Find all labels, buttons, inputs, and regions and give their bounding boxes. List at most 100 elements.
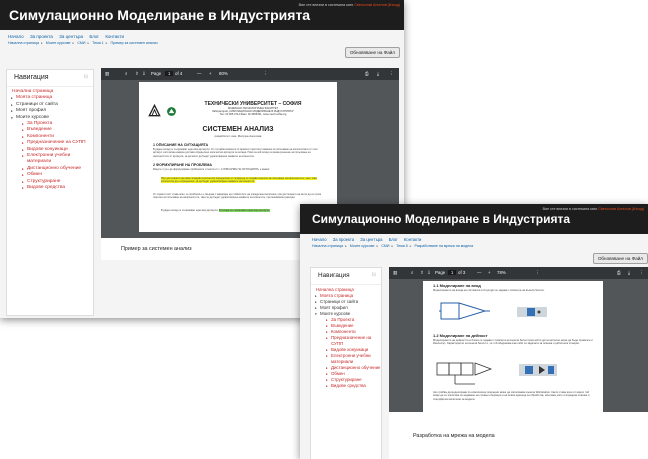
site-title[interactable]: Симулационно Моделиране в Индустрията xyxy=(312,212,570,226)
nav-item-label: Структуриране xyxy=(331,377,362,382)
sidebar-toggle-icon[interactable]: ▥ xyxy=(393,270,397,276)
navigation-header: Навигация ⊟ xyxy=(311,268,381,285)
doc-paragraph: В даден склад се съхраняват един вид арт… xyxy=(153,148,318,158)
menu-item-contacts[interactable]: Контакти xyxy=(404,237,421,242)
zoom-level[interactable]: 78% xyxy=(497,270,506,275)
navigation-header: Навигация ⊟ xyxy=(7,70,93,87)
nav-item-label: Компоненти xyxy=(27,133,54,139)
page-label: Page xyxy=(435,270,446,275)
nav-item-label: За Проекта xyxy=(331,317,355,322)
update-file-button[interactable]: Обновяване на Файл xyxy=(592,253,648,264)
triangle-right-icon: ▸ xyxy=(326,336,328,340)
menu-item-home[interactable]: Начало xyxy=(8,34,24,39)
chevron-up-icon[interactable]: ⇧ xyxy=(135,71,139,77)
highlight-green: В склада се съхраняват един вид артикули… xyxy=(218,209,270,212)
nav-item-label: Въведение xyxy=(27,127,52,133)
zoom-level[interactable]: 80% xyxy=(219,71,228,76)
page-number-input[interactable]: 1 xyxy=(165,71,174,76)
more-options-icon[interactable]: ⋮ xyxy=(535,270,539,276)
menu-item-about-center[interactable]: За центъра xyxy=(59,34,83,39)
search-icon[interactable]: ⌕ xyxy=(125,71,127,76)
nav-item-label: Моят профил xyxy=(16,108,47,114)
chevron-down-icon[interactable]: ⇩ xyxy=(142,71,146,77)
nav-item-label: Електронни учебни материали xyxy=(27,153,71,165)
site-title[interactable]: Симулационно Моделиране в Индустрията xyxy=(9,7,310,23)
menu-item-contacts[interactable]: Контакти xyxy=(105,34,124,39)
more-options-icon[interactable]: ⋮ xyxy=(263,71,267,77)
menu-item-about-project[interactable]: За проекта xyxy=(333,237,354,242)
menu-item-home[interactable]: Начало xyxy=(312,237,327,242)
menu-item-blog[interactable]: Блог xyxy=(389,237,398,242)
zoom-in-icon[interactable]: + xyxy=(209,71,212,76)
anylogic-source-icon xyxy=(517,307,547,317)
login-user-link[interactable]: Светослав Ангелов (Изход) xyxy=(354,3,400,7)
breadcrumb-item[interactable]: Пример за системен анализ xyxy=(111,41,158,45)
chevron-up-icon[interactable]: ⇧ xyxy=(420,270,424,276)
search-icon[interactable]: ⌕ xyxy=(411,270,413,275)
nav-item-label: Моите курсове xyxy=(320,311,351,316)
breadcrumb-item[interactable]: СМИ xyxy=(381,244,389,248)
nav-item-label: Начална страница xyxy=(12,89,54,94)
nav-item[interactable]: ▸ Видове средства xyxy=(7,185,93,191)
top-menu: Начало За проекта За центъра Блог Контак… xyxy=(300,234,648,243)
print-icon[interactable]: ⎙ xyxy=(365,71,369,76)
nav-item[interactable]: ▸ Електронни учебни материали xyxy=(311,353,381,365)
login-info: Вие сте влезли в системата като Светосла… xyxy=(299,3,400,7)
more-icon[interactable]: ⋮ xyxy=(389,71,393,77)
university-logo xyxy=(148,104,161,117)
doc-paragraph: От горния текст става ясно, че проблемът… xyxy=(153,193,322,200)
nav-item-label: Моят профил xyxy=(320,305,348,310)
top-menu: Начало За проекта За центъра Блог Контак… xyxy=(0,30,404,40)
gear-icon[interactable]: ⊟ xyxy=(84,74,88,80)
navigation-list: Начална страница ▸ Моята страница ▸ Страници… xyxy=(311,287,381,389)
doc-contacts: Тел: 02 965 3714 Факс: 02 9653331, www.m… xyxy=(219,113,287,117)
breadcrumb-item[interactable]: Моите курсове xyxy=(46,41,71,45)
menu-item-about-project[interactable]: За проекта xyxy=(30,34,53,39)
more-icon[interactable]: ⋮ xyxy=(639,270,643,276)
login-user-link[interactable]: Светослав Ангелов (Изход) xyxy=(598,207,644,211)
nav-item-label: Видове конуикаци xyxy=(27,146,68,152)
doc-section-heading: 1 ОПИСАНИЕ НА СИТУАЦИЯТА xyxy=(153,143,209,147)
lab-logo xyxy=(167,107,176,116)
page-number-input[interactable]: 1 xyxy=(448,270,457,275)
zoom-out-icon[interactable]: — xyxy=(477,270,481,275)
breadcrumb-item[interactable]: Тема 1 xyxy=(92,41,103,45)
screenshot-moodle-pdf-2: Симулационно Моделиране в Индустрията Ви… xyxy=(300,204,648,459)
anylogic-server-icon xyxy=(519,364,557,376)
breadcrumb-item[interactable]: Тема 5 xyxy=(396,244,407,248)
breadcrumb-item[interactable]: Начална страница xyxy=(312,244,343,248)
resource-caption: Разработка на мрежа на модела xyxy=(389,412,648,459)
page-count: of 3 xyxy=(458,270,466,275)
breadcrumb: Начална страница ▸ Моите курсове ▸ СМИ ▸ Те… xyxy=(312,244,474,248)
pdf-viewer: ▥ ⌕ ⇧ ⇩ Page 1 of 3 — + 78% ⋮ ⎙ ⤓ ⋮ 1.1 … xyxy=(389,267,648,412)
page-count: of 4 xyxy=(175,71,183,76)
print-icon[interactable]: ⎙ xyxy=(617,270,621,275)
nav-item-label: Видове конуикаци xyxy=(331,347,369,352)
breadcrumb-item[interactable]: СМИ xyxy=(77,41,85,45)
breadcrumb-item[interactable]: Начална страница xyxy=(8,41,39,45)
download-icon[interactable]: ⤓ xyxy=(377,71,379,76)
zoom-out-icon[interactable]: — xyxy=(197,71,201,76)
gear-icon[interactable]: ⊟ xyxy=(372,272,376,278)
triangle-right-icon: ▸ xyxy=(22,154,24,159)
login-info: Вие сте влезли в системата като Светосла… xyxy=(543,207,644,211)
breadcrumb-item[interactable]: Разработване на мрежа на модела xyxy=(415,244,474,248)
sidebar-toggle-icon[interactable]: ▥ xyxy=(105,71,109,77)
update-file-button[interactable]: Обновяване на Файл xyxy=(344,47,400,58)
navigation-list: Начална страница ▸ Моята страница ▸ Страници… xyxy=(7,89,93,192)
menu-item-about-center[interactable]: За центъра xyxy=(360,237,382,242)
triangle-right-icon: ▸ xyxy=(326,354,328,358)
login-text: Вие сте влезли в системата като xyxy=(542,207,598,211)
chevron-down-icon[interactable]: ⇩ xyxy=(427,270,431,276)
nav-item[interactable]: ▸ Електронни учебни материали xyxy=(7,153,93,166)
download-icon[interactable]: ⤓ xyxy=(628,270,630,275)
doc-paragraph-end: В даден склад се съхраняват един вид арт… xyxy=(161,209,321,212)
nav-item-label: Електронни учебни материали xyxy=(331,353,371,364)
nav-item[interactable]: ▸ Видове средства xyxy=(311,383,381,389)
menu-item-blog[interactable]: Блог xyxy=(89,34,99,39)
nav-item[interactable]: ▸ Предназначение на СУПП xyxy=(311,335,381,347)
zoom-in-icon[interactable]: + xyxy=(488,270,491,275)
breadcrumb-item[interactable]: Моите курсове xyxy=(350,244,375,248)
page-label: Page xyxy=(151,71,162,76)
doc-author: разработил: инж. Милуша Ангелова xyxy=(214,134,262,138)
